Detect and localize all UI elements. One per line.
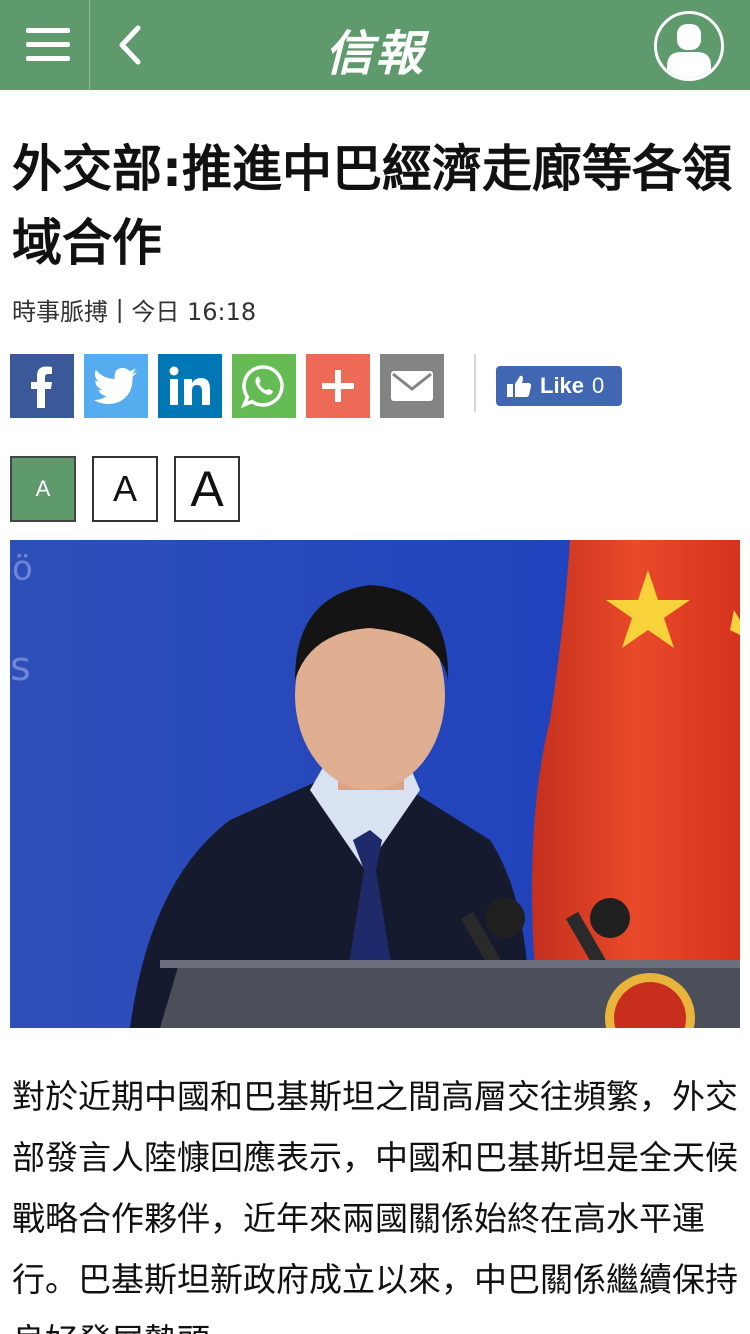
plus-icon xyxy=(322,370,354,402)
thumbs-up-icon xyxy=(507,375,532,397)
user-profile-button[interactable] xyxy=(654,11,724,81)
share-divider xyxy=(474,354,476,412)
font-size-small-button[interactable]: A xyxy=(10,456,76,522)
share-whatsapp-button[interactable] xyxy=(232,354,296,418)
svg-text:ö: ö xyxy=(12,549,33,589)
whatsapp-icon xyxy=(241,365,284,409)
svg-text:s: s xyxy=(10,644,31,690)
top-navigation-bar: 信報 xyxy=(0,0,750,90)
like-count: 0 xyxy=(592,373,605,398)
press-conference-photo: ö s xyxy=(10,540,740,1028)
font-size-large-button[interactable]: A xyxy=(174,456,240,522)
article-category[interactable]: 時事脈搏 xyxy=(12,298,108,326)
envelope-icon xyxy=(391,371,433,401)
share-more-button[interactable] xyxy=(306,354,370,418)
facebook-icon xyxy=(31,366,52,408)
meta-separator: | xyxy=(115,295,124,324)
article-meta: 時事脈搏 | 今日 16:18 xyxy=(12,292,256,327)
article-body: 對於近期中國和巴基斯坦之間高層交往頻繁，外交部發言人陸慷回應表示，中國和巴基斯坦… xyxy=(12,1077,738,1334)
twitter-bird-icon xyxy=(94,368,137,404)
linkedin-icon xyxy=(169,366,210,405)
font-size-medium-button[interactable]: A xyxy=(92,456,158,522)
share-email-button[interactable] xyxy=(380,354,444,418)
facebook-like-button[interactable]: Like 0 xyxy=(496,366,622,406)
user-profile-icon xyxy=(657,14,721,78)
share-linkedin-button[interactable] xyxy=(158,354,222,418)
article-time: 今日 16:18 xyxy=(131,298,257,326)
share-facebook-button[interactable] xyxy=(10,354,74,418)
article-photo: ö s xyxy=(10,540,740,1028)
article-title: 外交部:推進中巴經濟走廊等各領域合作 xyxy=(12,140,732,272)
like-label: Like xyxy=(540,373,585,398)
site-logo[interactable]: 信報 xyxy=(0,14,750,84)
share-twitter-button[interactable] xyxy=(84,354,148,418)
